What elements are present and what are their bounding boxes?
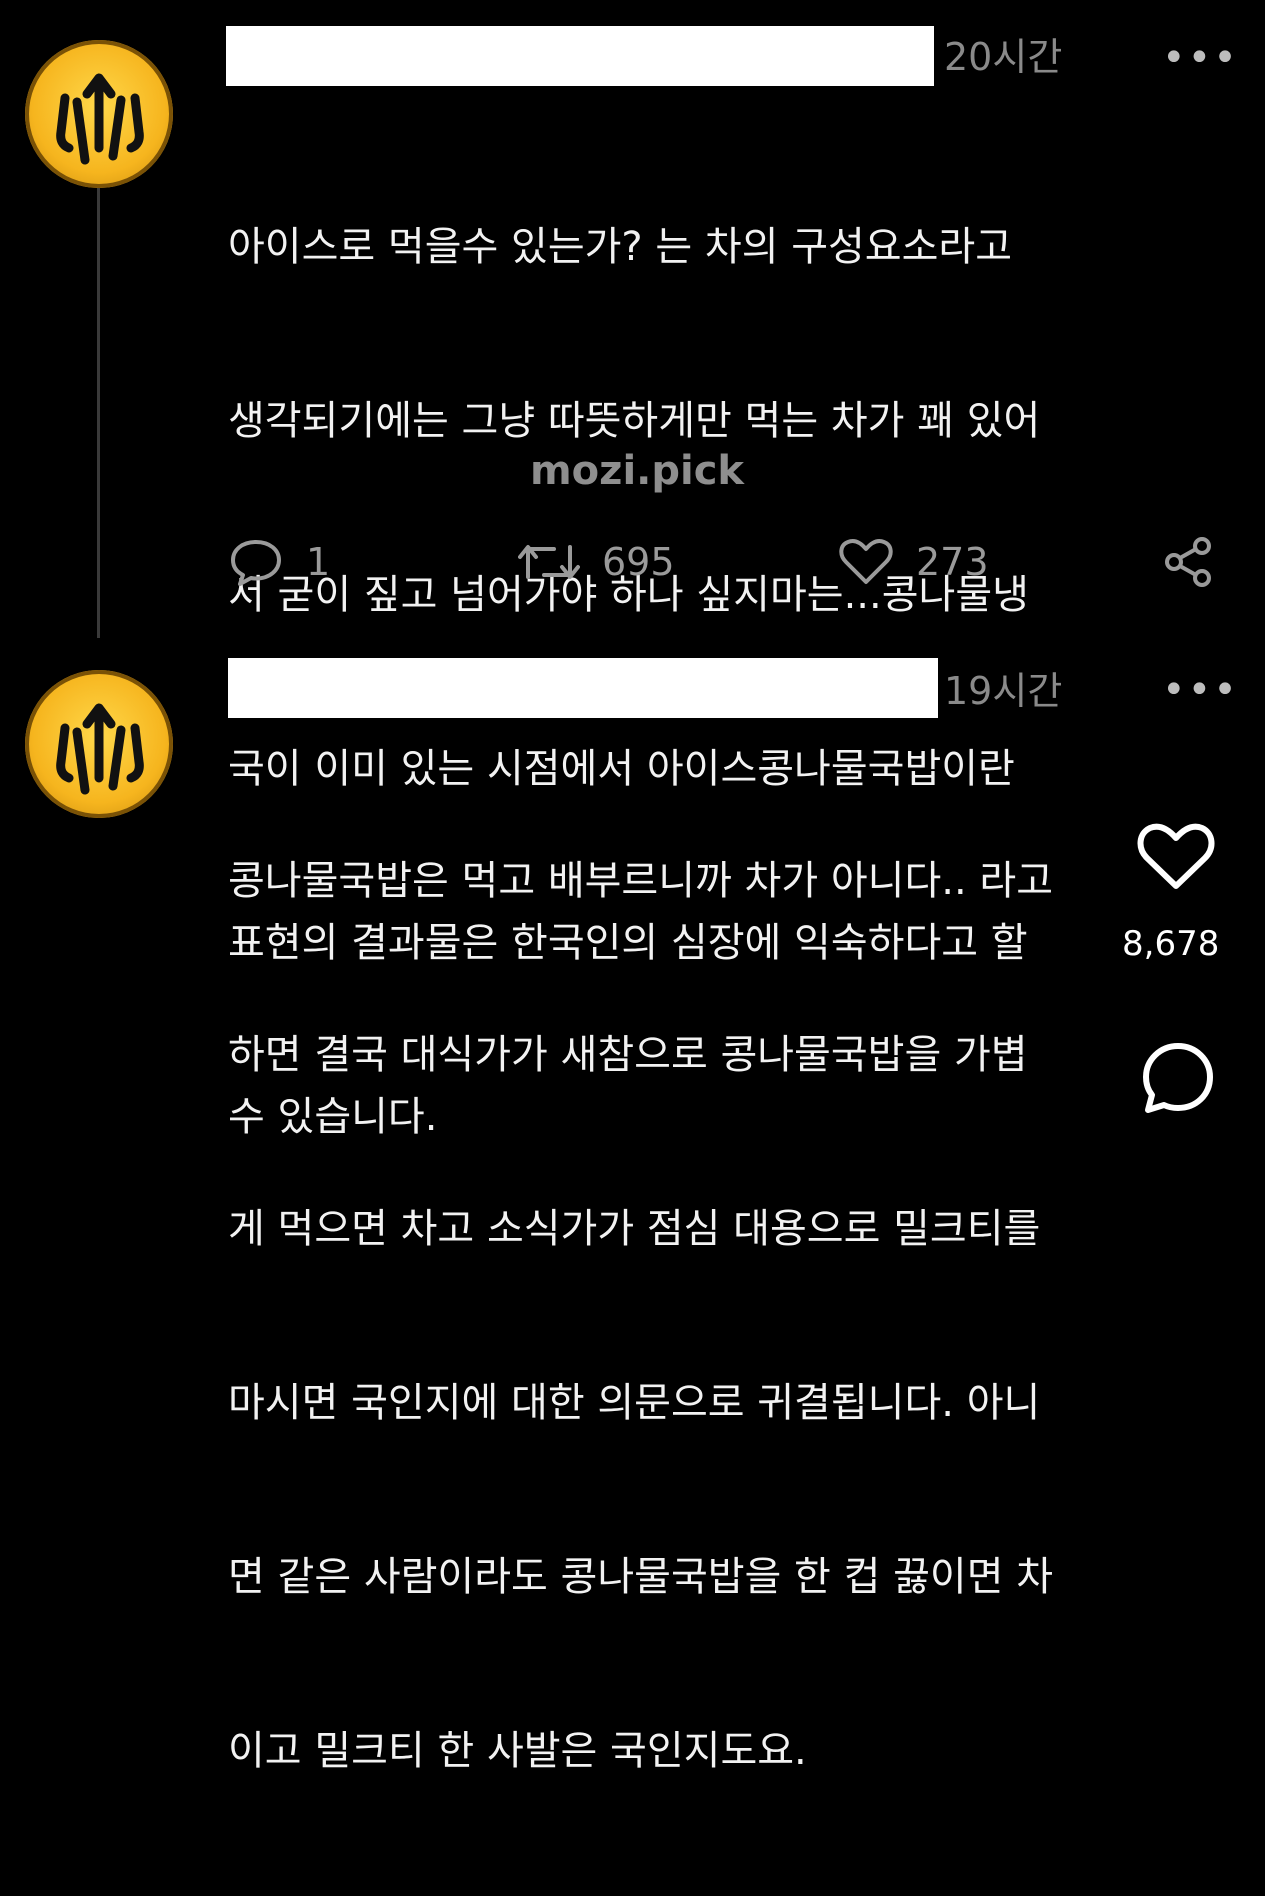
reply-count: 1 xyxy=(306,540,331,584)
reply-line: 면 같은 사람이라도 콩나물국밥을 한 컵 끓이면 차 xyxy=(228,1554,1054,1600)
timestamp: 19시간 xyxy=(944,669,1063,713)
reply-button[interactable]: 1 xyxy=(228,532,330,592)
avatar[interactable] xyxy=(25,40,173,188)
timestamp: 20시간 xyxy=(944,35,1063,79)
avatar-glyph-icon xyxy=(56,73,144,165)
overlay-like-count: 8,678 xyxy=(1122,924,1220,964)
reply-line: 콩나물국밥은 먹고 배부르니까 차가 아니다.. 라고 xyxy=(228,858,1054,904)
reply-line: 아이스로 먹을수 있는가? 는 차의 구성요소라고 xyxy=(228,224,1013,270)
like-count: 273 xyxy=(916,540,989,584)
repost-count: 695 xyxy=(602,540,675,584)
heart-icon xyxy=(839,538,893,584)
avatar[interactable] xyxy=(25,670,173,818)
reply-line: 하면 결국 대식가가 새참으로 콩나물국밥을 가볍 xyxy=(228,1032,1028,1078)
reply-line: 생각되기에는 그냥 따뜻하게만 먹는 차가 꽤 있어 xyxy=(228,398,1041,444)
overlay-comment-button[interactable] xyxy=(1140,1040,1216,1120)
username-redaction xyxy=(226,26,934,86)
comment-icon xyxy=(231,540,281,586)
comment-bubble-icon xyxy=(1143,1043,1213,1113)
reply-line: 서 굳이 짚고 넘어가야 하나 싶지마는...콩나물냉 xyxy=(228,572,1029,618)
more-options-button[interactable]: ••• xyxy=(1162,670,1239,710)
username-redaction xyxy=(228,658,938,718)
share-button[interactable] xyxy=(1160,532,1216,592)
share-icon xyxy=(1165,537,1211,587)
repost-button[interactable]: 695 xyxy=(518,532,675,592)
more-options-button[interactable]: ••• xyxy=(1162,38,1239,78)
heart-outline-icon xyxy=(1137,823,1215,889)
overlay-like-button[interactable] xyxy=(1136,822,1216,896)
like-button[interactable]: 273 xyxy=(838,532,989,592)
reply-line: 마시면 국인지에 대한 의문으로 귀결됩니다. 아니 xyxy=(228,1380,1041,1426)
repost-icon xyxy=(518,545,580,579)
reply-body: 콩나물국밥은 먹고 배부르니까 차가 아니다.. 라고 하면 결국 대식가가 새… xyxy=(228,736,1228,1896)
thread-line xyxy=(97,168,100,638)
avatar-glyph-icon xyxy=(56,703,144,795)
reply-line: 이고 밀크티 한 사발은 국인지도요. xyxy=(228,1728,807,1774)
watermark: mozi.pick xyxy=(530,448,745,494)
reply-line: 게 먹으면 차고 소식가가 점심 대용으로 밀크티를 xyxy=(228,1206,1041,1252)
